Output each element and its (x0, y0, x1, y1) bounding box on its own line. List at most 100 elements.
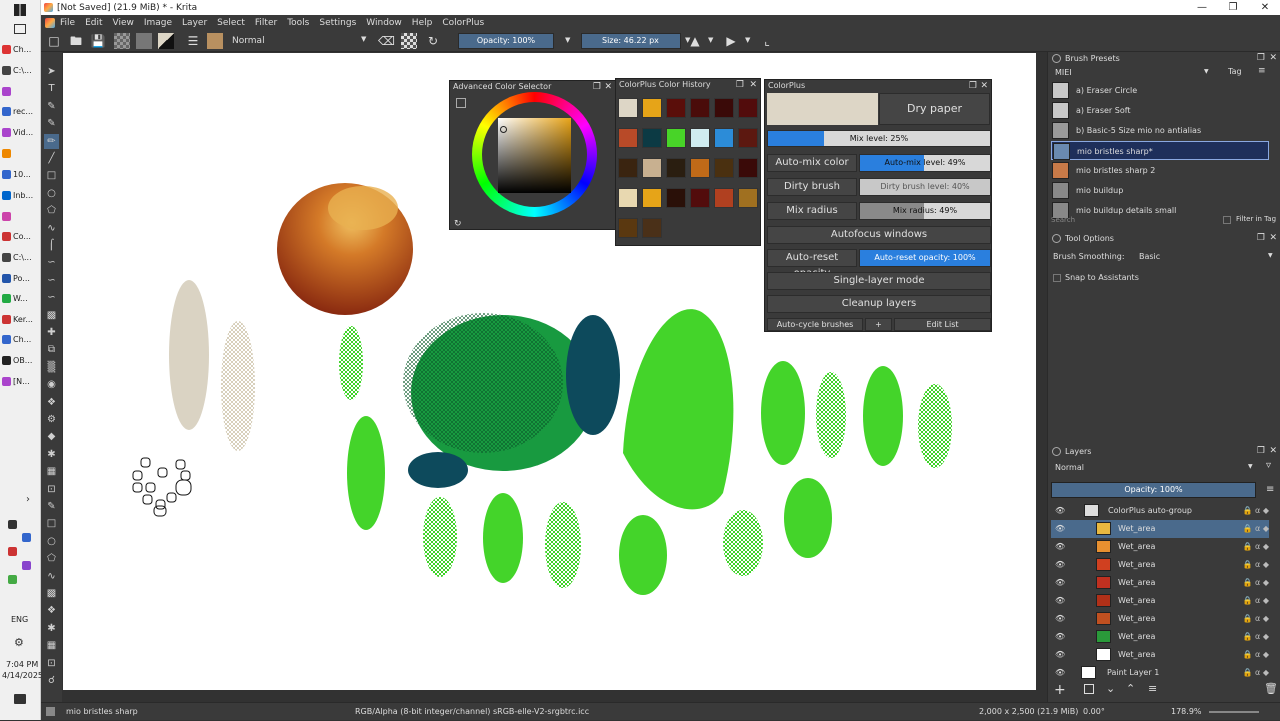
history-swatch[interactable] (642, 98, 662, 118)
history-swatch[interactable] (738, 158, 758, 178)
menu-filter[interactable]: Filter (250, 18, 282, 28)
tool-edit-shapes-icon[interactable]: ✎ (44, 99, 59, 114)
tool-gradient-icon[interactable]: ▒ (44, 360, 59, 375)
gradient-pattern-icon[interactable] (114, 33, 130, 49)
taskbar-app-5[interactable] (2, 144, 40, 162)
layer-props-icon[interactable]: 🔒 α ◆ (1243, 502, 1269, 520)
opacity-arrows-icon[interactable]: ▼ (565, 36, 570, 44)
layer-visibility-icon[interactable]: 👁 (1055, 520, 1065, 538)
tool-polyline-icon[interactable]: ∿ (44, 221, 59, 236)
add-brush-button[interactable]: + (865, 318, 892, 331)
tool-select-contiguous-icon[interactable]: ⬠ (44, 551, 59, 566)
taskbar-app-4[interactable]: Vid... (2, 123, 40, 141)
taskbar-app-1[interactable]: C:\... (2, 61, 40, 79)
colorplus-float-icon[interactable]: ❐ (969, 80, 977, 92)
single-layer-mode-button[interactable]: Single-layer mode (767, 272, 991, 290)
dirty-brush-button[interactable]: Dirty brush (767, 178, 857, 196)
history-swatch[interactable] (666, 188, 686, 208)
history-close-icon[interactable]: ✕ (749, 79, 757, 91)
history-swatch[interactable] (642, 188, 662, 208)
taskbar-app-13[interactable]: Ker... (2, 310, 40, 328)
layer-props-icon[interactable]: 🔒 α ◆ (1243, 628, 1269, 646)
tool-ellipse-icon[interactable]: ○ (44, 186, 59, 201)
history-swatch[interactable] (714, 158, 734, 178)
layer-props-icon[interactable]: 🔒 α ◆ (1243, 556, 1269, 574)
tag-label[interactable]: Tag (1228, 67, 1242, 76)
history-swatch[interactable] (666, 158, 686, 178)
snap-checkbox[interactable] (1053, 274, 1061, 282)
eraser-mode-icon[interactable]: ⌫ (378, 33, 395, 49)
reload-preset-icon[interactable]: ↻ (425, 33, 441, 49)
tray-icon-1[interactable] (22, 533, 31, 542)
menu-file[interactable]: File (55, 18, 80, 28)
taskbar-app-3[interactable]: rec... (2, 102, 40, 120)
opacity-slider[interactable]: Opacity: 100% (458, 33, 554, 49)
layer-row[interactable]: 👁 Wet_area 🔒 α ◆ (1051, 538, 1269, 556)
layer-props-icon[interactable]: 🔒 α ◆ (1243, 574, 1269, 592)
taskbar-app-14[interactable]: Ch... (2, 330, 40, 348)
history-swatch[interactable] (642, 218, 662, 238)
menu-view[interactable]: View (108, 18, 139, 28)
brush-preset-item[interactable]: mio bristles sharp 2 (1051, 161, 1269, 180)
layer-blend-select[interactable]: Normal (1053, 462, 1258, 474)
tool-color-picker-icon[interactable]: ◉ (44, 377, 59, 392)
layers-close-icon[interactable]: ✕ (1269, 445, 1277, 458)
mirror-h-chevron-icon[interactable]: ▼ (708, 36, 713, 44)
save-icon[interactable]: 💾 (90, 33, 106, 49)
close-window-button[interactable]: ✕ (1252, 0, 1278, 15)
layer-row[interactable]: 👁 Wet_area 🔒 α ◆ (1051, 520, 1269, 538)
layer-properties-icon[interactable]: ≡ (1148, 682, 1157, 695)
clock-time[interactable]: 7:04 PM (6, 660, 38, 669)
history-swatch[interactable] (618, 98, 638, 118)
layer-props-icon[interactable]: 🔒 α ◆ (1243, 520, 1269, 538)
taskbar-app-10[interactable]: C:\... (2, 248, 40, 266)
status-zoom[interactable]: 178.9% (1171, 703, 1202, 721)
layer-props-icon[interactable]: 🔒 α ◆ (1243, 592, 1269, 610)
brush-preset-item[interactable]: a) Eraser Circle (1051, 81, 1269, 100)
tray-icon-2[interactable] (8, 547, 17, 556)
auto-reset-opacity-button[interactable]: Auto-reset opacity (767, 249, 857, 279)
history-swatch[interactable] (618, 128, 638, 148)
maximize-button[interactable]: ❐ (1220, 0, 1246, 15)
taskbar-app-8[interactable] (2, 207, 40, 225)
task-view-icon[interactable] (14, 24, 26, 34)
tag-menu-icon[interactable]: ≡ (1258, 66, 1266, 76)
layer-opacity-slider[interactable]: Opacity: 100% (1051, 482, 1256, 498)
tool-zoom-icon[interactable]: ✱ (44, 621, 59, 636)
menu-help[interactable]: Help (407, 18, 438, 28)
auto-cycle-brushes-button[interactable]: Auto-cycle brushes (767, 318, 863, 331)
history-swatch[interactable] (738, 188, 758, 208)
tool-select-rect-icon[interactable]: ⊡ (44, 482, 59, 497)
history-swatch[interactable] (618, 158, 638, 178)
crop-wrap-icon[interactable]: ⌞ (759, 33, 775, 49)
mirror-vertical-icon[interactable]: ▶ (723, 33, 739, 49)
brush-preset-item[interactable]: a) Eraser Soft (1051, 101, 1269, 120)
sv-square[interactable] (498, 118, 571, 193)
brush-presets-close-icon[interactable]: ✕ (1269, 52, 1277, 65)
history-swatch[interactable] (666, 128, 686, 148)
tool-options-float-icon[interactable]: ❐ (1257, 232, 1265, 245)
layer-filter-icon[interactable]: ▿ (1266, 460, 1271, 471)
taskbar-app-15[interactable]: OB... (2, 351, 40, 369)
layer-props-icon[interactable]: 🔒 α ◆ (1243, 610, 1269, 628)
layer-row[interactable]: 👁 Wet_area 🔒 α ◆ (1051, 646, 1269, 664)
history-swatch[interactable] (642, 128, 662, 148)
duplicate-layer-icon[interactable] (1084, 684, 1094, 694)
layer-visibility-icon[interactable]: 👁 (1055, 592, 1065, 610)
tag-select[interactable]: MIEI (1053, 67, 1213, 79)
taskbar-app-0[interactable]: Ch... (2, 40, 40, 58)
taskbar-app-11[interactable]: Po... (2, 269, 40, 287)
brush-presets-float-icon[interactable]: ❐ (1257, 52, 1265, 65)
tool-text-icon[interactable]: T (44, 81, 59, 96)
history-swatch[interactable] (618, 188, 638, 208)
dirty-brush-slider[interactable]: Dirty brush level: 40% (859, 178, 991, 196)
tool-polygon-icon[interactable]: ⬠ (44, 203, 59, 218)
auto-mix-level-slider[interactable]: Auto-mix level: 49% (859, 154, 991, 172)
mix-level-slider[interactable]: Mix level: 25% (767, 130, 991, 147)
taskbar-app-7[interactable]: Inb... (2, 186, 40, 204)
brush-preset-thumb-icon[interactable] (207, 33, 223, 49)
mirror-horizontal-icon[interactable]: ▲ (687, 33, 703, 49)
smoothing-select[interactable]: Basic (1136, 250, 1271, 263)
menu-layer[interactable]: Layer (177, 18, 212, 28)
taskbar-app-12[interactable]: W... (2, 289, 40, 307)
